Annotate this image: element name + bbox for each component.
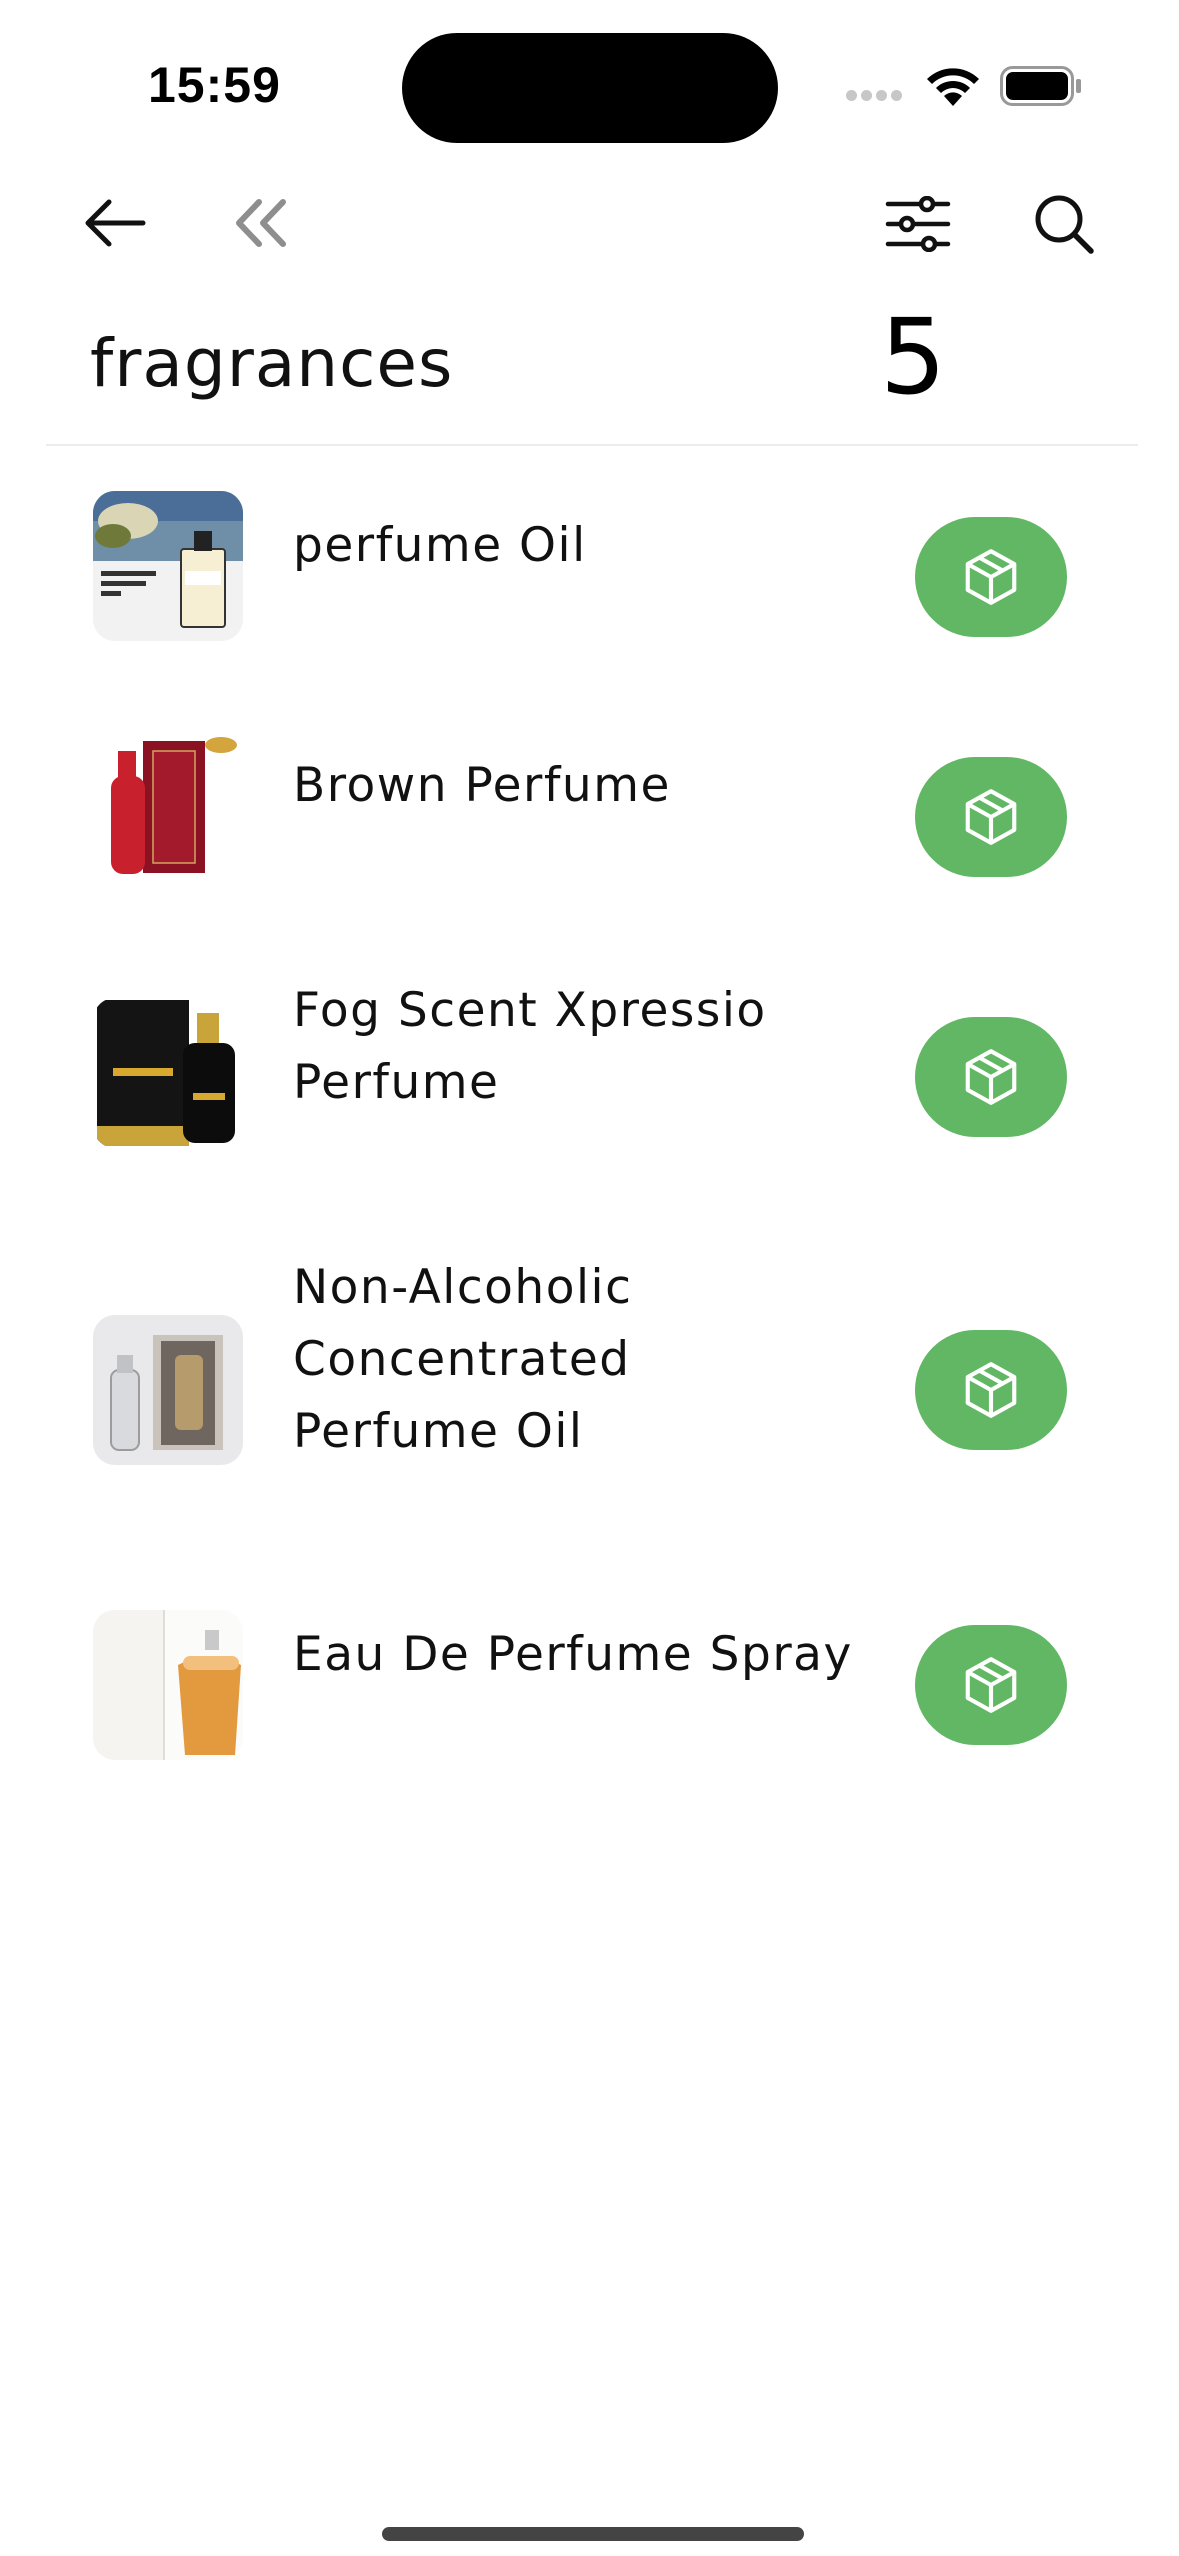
item-count: 5 (880, 296, 947, 418)
product-name: Eau De Perfume Spray (293, 1627, 853, 1682)
view-product-button[interactable] (915, 517, 1067, 637)
view-product-button[interactable] (915, 757, 1067, 877)
home-indicator[interactable] (382, 2527, 804, 2541)
package-box-icon (965, 549, 1017, 605)
wifi-icon (927, 68, 979, 106)
search-icon (1035, 195, 1094, 254)
double-back-button[interactable] (226, 188, 296, 258)
product-name: Brown Perfume (293, 758, 671, 813)
cellular-signal-icon (846, 86, 906, 105)
package-box-icon (965, 789, 1017, 845)
view-product-button[interactable] (915, 1330, 1067, 1450)
arrow-left-icon (85, 199, 146, 247)
package-box-icon (965, 1657, 1017, 1713)
product-thumbnail (93, 1610, 243, 1760)
sliders-icon (885, 196, 951, 252)
filter-button[interactable] (880, 186, 956, 262)
product-thumbnail (93, 998, 243, 1148)
dynamic-island (402, 33, 778, 143)
view-product-button[interactable] (915, 1017, 1067, 1137)
product-thumbnail (93, 491, 243, 641)
package-box-icon (965, 1049, 1017, 1105)
page-title: fragrances (90, 325, 454, 402)
package-box-icon (965, 1362, 1017, 1418)
product-name: Fog Scent Xpressio Perfume (293, 983, 767, 1110)
product-thumbnail (93, 731, 243, 881)
product-name: Non-Alcoholic Concentrated Perfume Oil (293, 1260, 633, 1459)
chevrons-left-icon (236, 199, 286, 247)
view-product-button[interactable] (915, 1625, 1067, 1745)
product-thumbnail (93, 1315, 243, 1465)
back-button[interactable] (80, 188, 150, 258)
header-divider (46, 444, 1138, 446)
product-name: perfume Oil (293, 518, 587, 573)
status-time: 15:59 (148, 57, 281, 113)
search-button[interactable] (1026, 186, 1102, 262)
battery-icon (1000, 66, 1081, 106)
